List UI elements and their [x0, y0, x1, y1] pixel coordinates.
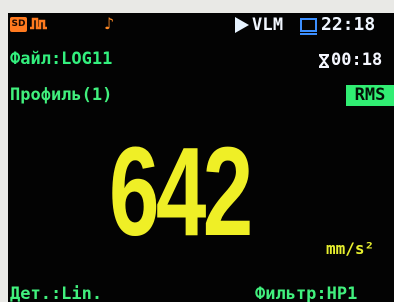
measurement-value: 642 — [109, 121, 253, 262]
pulse-icon-stroke — [30, 17, 47, 30]
sd-card-label: SD — [11, 19, 26, 29]
status-bar: SD ♪ VLM 22:18 — [8, 13, 394, 39]
measurement-mode: VLM — [252, 15, 284, 35]
detector-label: Дет.:Lin. — [10, 284, 103, 302]
file-name-label: Файл:LOG11 — [10, 49, 113, 69]
play-icon — [235, 17, 249, 33]
filter-label: Фильтр:HP1 — [255, 284, 358, 302]
profile-label: Профиль(1) — [10, 85, 113, 105]
detector-mode-badge: RMS — [346, 85, 394, 106]
sd-card-icon: SD — [10, 17, 27, 32]
screen-icon — [300, 18, 317, 35]
hourglass-icon — [319, 54, 329, 68]
measurement-unit: mm/s² — [326, 239, 375, 258]
music-note-icon: ♪ — [104, 14, 115, 33]
elapsed-time: 00:18 — [331, 50, 383, 70]
pulse-icon — [30, 17, 47, 30]
clock-time: 22:18 — [321, 14, 376, 35]
device-display-screen: SD ♪ VLM 22:18 Файл:LOG11 00:18 Профиль(… — [8, 13, 394, 302]
